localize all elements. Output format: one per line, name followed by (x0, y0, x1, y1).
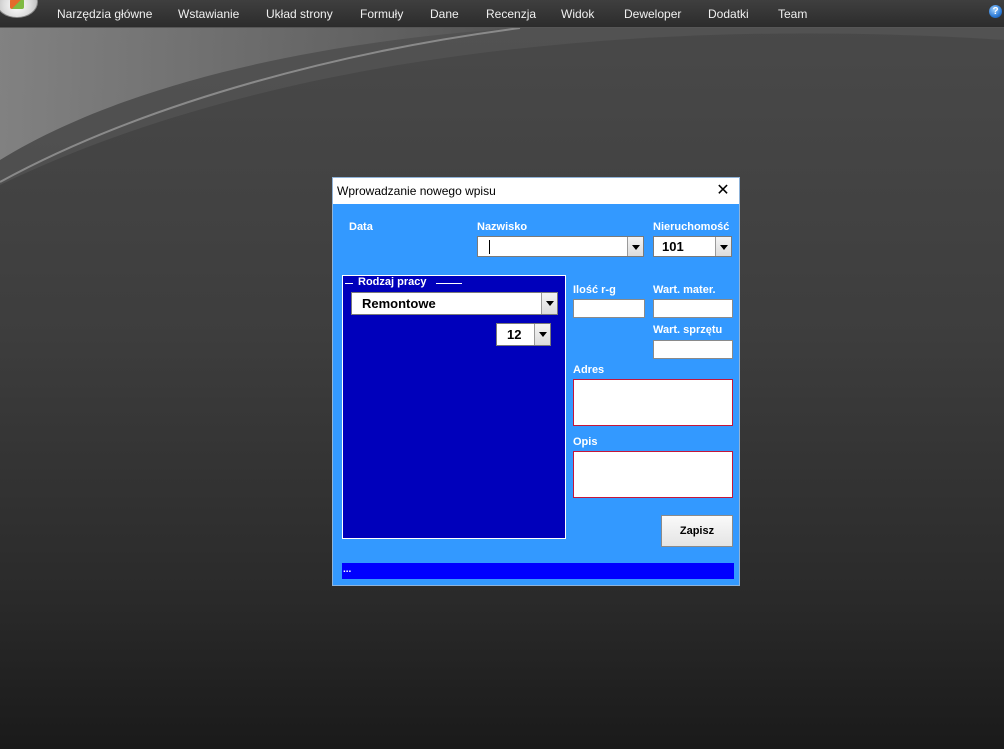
nazwisko-combobox[interactable] (477, 236, 644, 257)
new-entry-dialog: Wprowadzanie nowego wpisu ✕ Data Nazwisk… (332, 177, 740, 586)
label-nazwisko: Nazwisko (477, 221, 528, 233)
wart-mater-input[interactable] (653, 299, 733, 318)
close-icon[interactable]: ✕ (713, 181, 733, 201)
opis-textarea[interactable] (573, 451, 733, 498)
label-ilosc-rg: Ilość r-g (573, 284, 616, 296)
nieruchomosc-combobox[interactable]: 101 (653, 236, 732, 257)
tab-formuly[interactable]: Formuły (360, 7, 403, 21)
tab-narzedzia-glowne[interactable]: Narzędzia główne (57, 7, 152, 21)
save-button[interactable]: Zapisz (661, 515, 733, 547)
wart-sprzetu-input[interactable] (653, 340, 733, 359)
tab-widok[interactable]: Widok (561, 7, 594, 21)
status-bar: ... (342, 563, 734, 579)
adres-textarea[interactable] (573, 379, 733, 426)
status-text: ... (343, 564, 352, 575)
ribbon-bar: Narzędzia główne Wstawianie Układ strony… (0, 0, 1004, 28)
hours-combobox[interactable]: 12 (496, 323, 551, 346)
office-button[interactable] (0, 0, 38, 18)
label-wart-mater: Wart. mater. (653, 284, 716, 296)
tab-uklad-strony[interactable]: Układ strony (266, 7, 333, 21)
help-icon[interactable]: ? (989, 5, 1002, 18)
dialog-titlebar: Wprowadzanie nowego wpisu ✕ (333, 178, 739, 204)
nieruchomosc-value: 101 (662, 239, 684, 254)
text-cursor (489, 240, 490, 254)
tab-deweloper[interactable]: Deweloper (624, 7, 681, 21)
tab-wstawianie[interactable]: Wstawianie (178, 7, 239, 21)
tab-team[interactable]: Team (778, 7, 807, 21)
label-rodzaj-pracy: Rodzaj pracy (355, 276, 430, 288)
label-adres: Adres (573, 364, 605, 376)
chevron-down-icon[interactable] (715, 237, 731, 256)
chevron-down-icon[interactable] (534, 324, 550, 345)
office-logo-icon (10, 0, 24, 9)
label-opis: Opis (573, 436, 598, 448)
chevron-down-icon[interactable] (541, 293, 557, 314)
frame-border-line (436, 283, 462, 284)
hours-value: 12 (507, 327, 522, 342)
label-data: Data (349, 221, 373, 233)
dialog-title: Wprowadzanie nowego wpisu (337, 184, 496, 198)
tab-dane[interactable]: Dane (430, 7, 459, 21)
chevron-down-icon[interactable] (627, 237, 643, 256)
frame-border-line (345, 283, 353, 284)
tab-recenzja[interactable]: Recenzja (486, 7, 536, 21)
rodzaj-pracy-combobox[interactable]: Remontowe (351, 292, 558, 315)
label-wart-sprzetu: Wart. sprzętu (653, 324, 723, 336)
tab-dodatki[interactable]: Dodatki (708, 7, 749, 21)
ilosc-rg-input[interactable] (573, 299, 645, 318)
label-nieruchomosc: Nieruchomość (653, 221, 730, 233)
rodzaj-pracy-value: Remontowe (362, 296, 436, 311)
